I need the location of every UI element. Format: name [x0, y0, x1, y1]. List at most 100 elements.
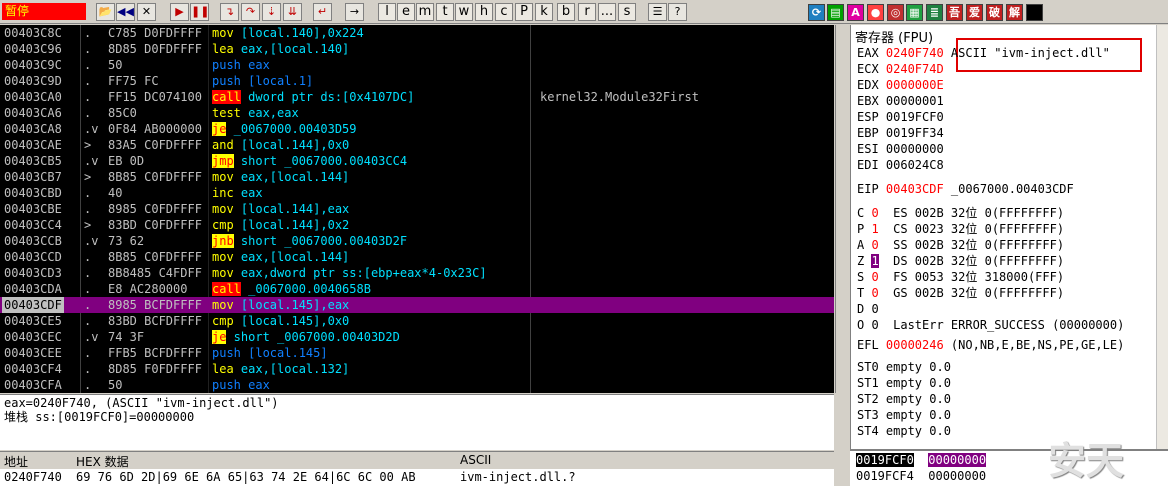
- window-stack-button[interactable]: k: [535, 3, 553, 21]
- disasm-row[interactable]: 00403CB7 >8B85 C0FDFFFF mov eax,[local.144…: [0, 169, 834, 185]
- disasm-instruction: push eax: [212, 377, 530, 393]
- target-plugin-icon[interactable]: ◎: [887, 4, 904, 21]
- register-eax[interactable]: EAX 0240F740 ASCII "ivm-inject.dll": [857, 45, 1110, 61]
- help-icon[interactable]: ?: [668, 3, 687, 21]
- register-ecx[interactable]: ECX 0240F74D: [857, 61, 951, 77]
- disassembly-scrollbar[interactable]: [835, 25, 849, 393]
- stack-row[interactable]: 0019FCF0 00000000: [856, 452, 987, 468]
- window-runtrace-button[interactable]: ...: [598, 3, 616, 21]
- step-over-icon[interactable]: ↷: [241, 3, 260, 21]
- close-icon[interactable]: ✕: [137, 3, 156, 21]
- disasm-row[interactable]: 00403CEC .v 74 3F je short _0067000.00403D2…: [0, 329, 834, 345]
- record-plugin-icon[interactable]: ●: [867, 4, 884, 21]
- dump-pane[interactable]: 0240F740 69 76 6D 2D|69 6E 6A 65|63 74 2…: [0, 469, 834, 486]
- window-memory-button[interactable]: m: [416, 3, 434, 21]
- dump-col-hex[interactable]: HEX 数据: [76, 453, 129, 470]
- disasm-row[interactable]: 00403C96. 8D85 D0FDFFFF lea eax,[local.140…: [0, 41, 834, 57]
- register-ebp[interactable]: EBP 0019FF34: [857, 125, 951, 141]
- refresh-plugin-icon[interactable]: ⟳: [808, 4, 825, 21]
- register-edx[interactable]: EDX 0000000E: [857, 77, 951, 93]
- window-patches-button[interactable]: P: [515, 3, 533, 21]
- step-into-icon[interactable]: ↴: [220, 3, 239, 21]
- register-esi[interactable]: ESI 00000000: [857, 141, 951, 157]
- grid-plugin-icon[interactable]: ▦: [906, 4, 923, 21]
- dump-col-address[interactable]: 地址: [4, 453, 28, 470]
- fpu-st1[interactable]: ST1 empty 0.0: [857, 375, 951, 391]
- dump-col-ascii[interactable]: ASCII: [460, 453, 491, 467]
- jie-plugin-button[interactable]: 解: [1006, 4, 1023, 21]
- disasm-row[interactable]: 00403CA0. FF15 DC074100 call dword ptr ds:…: [0, 89, 834, 105]
- disasm-row[interactable]: 00403CF4. 8D85 F0FDFFFF lea eax,[local.132…: [0, 361, 834, 377]
- disasm-row[interactable]: 00403CDF. 8985 BCFDFFFF mov [local.145],ea…: [0, 297, 834, 313]
- disasm-row[interactable]: 00403CBE. 8985 C0FDFFFF mov [local.144],ea…: [0, 201, 834, 217]
- disassembly-pane[interactable]: 00403C8C. C785 D0FDFFFF mov [local.140],0x…: [0, 25, 834, 393]
- rewind-icon[interactable]: ◀◀: [116, 3, 135, 21]
- run-icon[interactable]: ▶: [170, 3, 189, 21]
- window-cpu-button[interactable]: c: [495, 3, 513, 21]
- disasm-row[interactable]: 00403CA6. 85C0 test eax,eax: [0, 105, 834, 121]
- flag-o[interactable]: O 0 LastErr ERROR_SUCCESS (00000000): [857, 317, 1124, 333]
- disasm-operands: [local.144],0x0: [233, 138, 350, 152]
- registers-pane[interactable]: 寄存器 (FPU) EAX 0240F740 ASCII "ivm-inject…: [850, 25, 1168, 449]
- disasm-marker: .: [84, 42, 92, 56]
- ai-plugin-button[interactable]: 爱: [966, 4, 983, 21]
- trace-over-icon[interactable]: ⇊: [283, 3, 302, 21]
- green-plugin-icon[interactable]: ▤: [827, 4, 844, 21]
- window-source-button[interactable]: s: [618, 3, 636, 21]
- register-eip[interactable]: EIP 00403CDF _0067000.00403CDF: [857, 181, 1074, 197]
- fpu-st0[interactable]: ST0 empty 0.0: [857, 359, 951, 375]
- disasm-row[interactable]: 00403CEE. FFB5 BCFDFFFF push [local.145]: [0, 345, 834, 361]
- fpu-st3[interactable]: ST3 empty 0.0: [857, 407, 951, 423]
- trace-into-icon[interactable]: ⇣: [262, 3, 281, 21]
- disasm-marker: .: [84, 250, 92, 264]
- register-efl[interactable]: EFL 00000246 (NO,NB,E,BE,NS,PE,GE,LE): [857, 337, 1124, 353]
- disasm-row[interactable]: 00403CCD. 8B85 C0FDFFFF mov eax,[local.144…: [0, 249, 834, 265]
- disasm-row[interactable]: 00403CA8 .v 0F84 AB000000 je _0067000.00403…: [0, 121, 834, 137]
- window-log-button[interactable]: l: [378, 3, 396, 21]
- flag-z[interactable]: Z 1 DS 002B 32位 0(FFFFFFFF): [857, 253, 1064, 269]
- window-handles-button[interactable]: h: [475, 3, 493, 21]
- disasm-row[interactable]: 00403C9D. FF75 FC push [local.1]: [0, 73, 834, 89]
- disasm-row[interactable]: 00403CBD. 40 inc eax: [0, 185, 834, 201]
- wu-plugin-button[interactable]: 吾: [946, 4, 963, 21]
- flag-p[interactable]: P 1 CS 0023 32位 0(FFFFFFFF): [857, 221, 1064, 237]
- open-icon[interactable]: 📂: [96, 3, 115, 21]
- pause-icon[interactable]: ❚❚: [190, 3, 209, 21]
- disasm-row[interactable]: 00403CB5 .v EB 0D jmp short _0067000.00403C…: [0, 153, 834, 169]
- black-plugin-icon[interactable]: [1026, 4, 1043, 21]
- flag-d[interactable]: D 0: [857, 301, 879, 317]
- registers-title[interactable]: 寄存器 (FPU): [855, 27, 933, 46]
- disasm-row[interactable]: 00403CAE >83A5 C0FDFFFF and [local.144],0x…: [0, 137, 834, 153]
- window-modules-button[interactable]: e: [397, 3, 415, 21]
- window-references-button[interactable]: r: [578, 3, 596, 21]
- goto-icon[interactable]: →: [345, 3, 364, 21]
- disasm-row[interactable]: 00403CCB .v 73 62 jnb short _0067000.00403D…: [0, 233, 834, 249]
- flag-c[interactable]: C 0 ES 002B 32位 0(FFFFFFFF): [857, 205, 1064, 221]
- disasm-row[interactable]: 00403C8C. C785 D0FDFFFF mov [local.140],0x…: [0, 25, 834, 41]
- flag-t[interactable]: T 0 GS 002B 32位 0(FFFFFFFF): [857, 285, 1064, 301]
- window-breakpoints-button[interactable]: b: [557, 3, 575, 21]
- window-threads-button[interactable]: t: [436, 3, 454, 21]
- execute-till-return-icon[interactable]: ↵: [313, 3, 332, 21]
- disasm-row[interactable]: 00403CE5. 83BD BCFDFFFF cmp [local.145],0x…: [0, 313, 834, 329]
- disasm-row[interactable]: 00403CFA. 50 push eax: [0, 377, 834, 393]
- disasm-row[interactable]: 00403CD3. 8B8485 C4FDFF mov eax,dword ptr …: [0, 265, 834, 281]
- disasm-mnemonic: mov: [212, 266, 234, 280]
- register-esp[interactable]: ESP 0019FCF0: [857, 109, 951, 125]
- flag-s[interactable]: S 0 FS 0053 32位 318000(FFF): [857, 269, 1064, 285]
- stack-row[interactable]: 0019FCF4 00000000: [856, 468, 986, 484]
- fpu-st2[interactable]: ST2 empty 0.0: [857, 391, 951, 407]
- po-plugin-button[interactable]: 破: [986, 4, 1003, 21]
- disasm-row[interactable]: 00403C9C. 50 push eax: [0, 57, 834, 73]
- disasm-row[interactable]: 00403CC4 >83BD C0FDFFFF cmp [local.144],0x…: [0, 217, 834, 233]
- window-windows-button[interactable]: w: [455, 3, 473, 21]
- registers-scrollbar[interactable]: [1156, 25, 1168, 449]
- options-icon[interactable]: ☰: [648, 3, 667, 21]
- register-ebx[interactable]: EBX 00000001: [857, 93, 951, 109]
- register-edi[interactable]: EDI 006024C8: [857, 157, 951, 173]
- a-plugin-button[interactable]: A: [847, 4, 864, 21]
- list-plugin-icon[interactable]: ≣: [926, 4, 943, 21]
- fpu-st4[interactable]: ST4 empty 0.0: [857, 423, 951, 439]
- flag-a[interactable]: A 0 SS 002B 32位 0(FFFFFFFF): [857, 237, 1064, 253]
- disasm-row[interactable]: 00403CDA. E8 AC280000 call _0067000.004065…: [0, 281, 834, 297]
